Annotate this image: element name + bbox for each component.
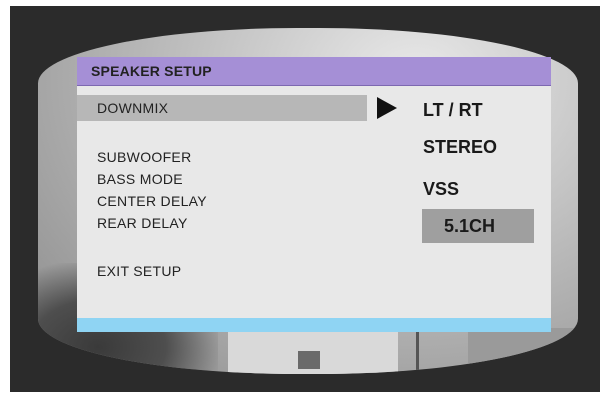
background-building [228,328,398,374]
menu-title: SPEAKER SETUP [91,63,212,79]
option-vss[interactable]: VSS [423,178,535,200]
option-lt-rt[interactable]: LT / RT [423,99,535,121]
background-building-right [468,328,578,374]
menu-item-exit-setup[interactable]: EXIT SETUP [97,263,181,279]
menu-footer-bar [77,318,551,332]
menu-header: SPEAKER SETUP [77,57,551,86]
menu-item-rear-delay[interactable]: REAR DELAY [97,215,188,231]
speaker-setup-menu: SPEAKER SETUP DOWNMIX SUBWOOFER BASS MOD… [77,57,551,332]
background-window [298,351,320,369]
menu-item-center-delay[interactable]: CENTER DELAY [97,193,207,209]
menu-item-label: DOWNMIX [97,100,169,116]
option-5-1ch-label: 5.1CH [444,216,496,236]
option-stereo[interactable]: STEREO [423,136,535,158]
menu-item-subwoofer[interactable]: SUBWOOFER [97,149,191,165]
triangle-right-icon [377,97,397,119]
option-5-1ch[interactable]: 5.1CH [422,209,534,243]
menu-item-bass-mode[interactable]: BASS MODE [97,171,183,187]
menu-item-downmix[interactable]: DOWNMIX [77,95,367,121]
